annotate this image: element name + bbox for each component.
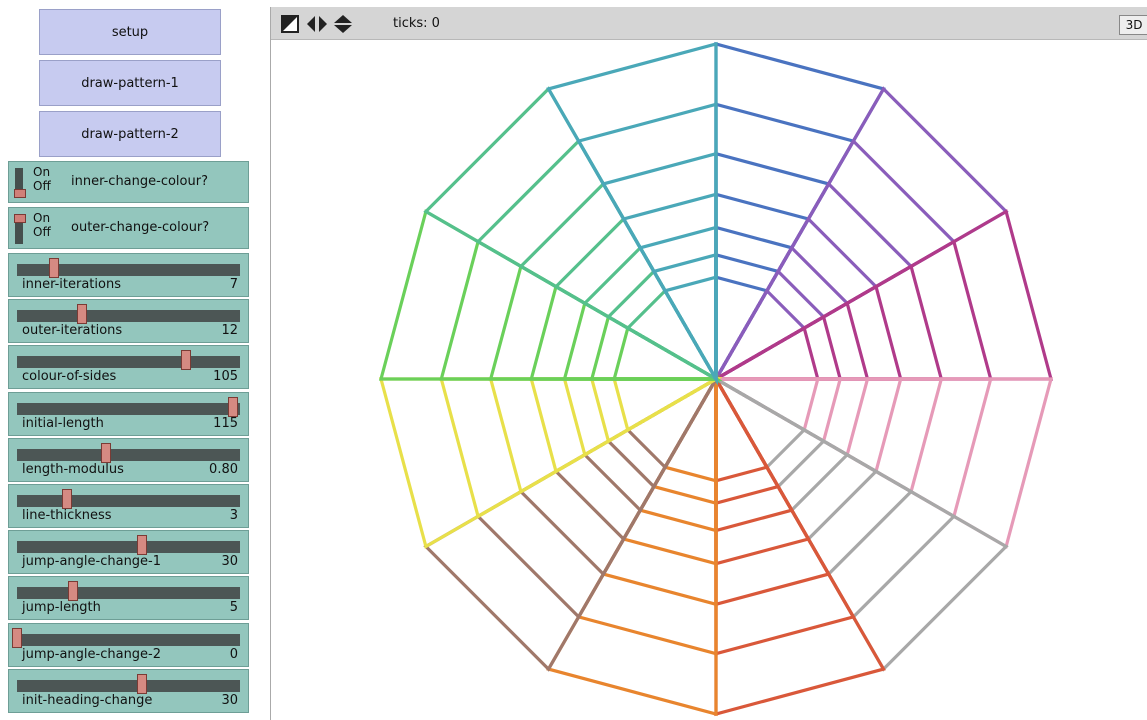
switch-off-label: Off — [33, 225, 51, 239]
init-heading-change-slider[interactable]: init-heading-change 30 — [8, 668, 249, 713]
slider-track[interactable] — [17, 541, 240, 554]
initial-length-slider[interactable]: initial-length 115 — [8, 391, 249, 436]
slider-thumb[interactable] — [180, 350, 191, 371]
switch-label: inner-change-colour? — [71, 174, 208, 189]
switch-knob[interactable] — [14, 214, 26, 223]
slider-label: jump-angle-change-1 — [22, 554, 162, 570]
inner-change-colour-switch[interactable]: On Off inner-change-colour? — [8, 161, 249, 203]
slider-value: 30 — [221, 554, 238, 570]
slider-thumb[interactable] — [137, 535, 148, 556]
slider-value: 115 — [213, 415, 238, 431]
slider-value: 0.80 — [209, 461, 238, 477]
slider-value: 7 — [229, 277, 238, 292]
line-thickness-slider[interactable]: line-thickness 3 — [8, 484, 249, 528]
world-view: ticks: 0 3D — [270, 7, 1147, 720]
pattern-triangle — [711, 138, 957, 384]
slider-label: initial-length — [22, 415, 104, 431]
slider-value: 12 — [221, 323, 238, 339]
pattern-triangle — [423, 86, 721, 384]
slider-thumb[interactable] — [68, 581, 79, 602]
slider-label: jump-length — [22, 600, 101, 616]
slider-value: 5 — [229, 600, 238, 616]
slider-label: colour-of-sides — [22, 369, 117, 385]
pattern-triangle — [711, 86, 1009, 384]
view-toolbar: ticks: 0 3D — [271, 7, 1147, 40]
outer-change-colour-switch[interactable]: On Off outer-change-colour? — [8, 207, 249, 249]
slider-track[interactable] — [17, 310, 240, 323]
pattern-triangle — [475, 374, 721, 620]
inner-iterations-slider[interactable]: inner-iterations 7 — [8, 253, 249, 297]
slider-value: 105 — [213, 369, 238, 385]
jump-angle-change-1-slider[interactable]: jump-angle-change-1 30 — [8, 530, 249, 575]
slider-label: init-heading-change — [22, 692, 153, 708]
slider-label: inner-iterations — [22, 277, 121, 292]
slider-track[interactable] — [17, 402, 240, 415]
slider-track[interactable] — [17, 448, 240, 461]
slider-track[interactable] — [17, 587, 240, 600]
slider-label: line-thickness — [22, 508, 112, 523]
slider-thumb[interactable] — [228, 396, 238, 417]
slider-thumb[interactable] — [61, 489, 72, 509]
switch-on-label: On — [33, 211, 51, 225]
jump-angle-change-2-slider[interactable]: jump-angle-change-2 0 — [8, 622, 249, 667]
jump-length-slider[interactable]: jump-length 5 — [8, 576, 249, 621]
slider-track[interactable] — [17, 356, 240, 369]
slider-thumb[interactable] — [48, 258, 59, 278]
outer-iterations-slider[interactable]: outer-iterations 12 — [8, 299, 249, 344]
pattern-triangle — [475, 138, 721, 384]
slider-label: length-modulus — [22, 461, 124, 477]
slider-label: outer-iterations — [22, 323, 123, 339]
colour-of-sides-slider[interactable]: colour-of-sides 105 — [8, 345, 249, 390]
slider-thumb[interactable] — [100, 442, 111, 463]
slider-thumb[interactable] — [137, 673, 148, 694]
slider-value: 30 — [221, 692, 238, 708]
setup-button[interactable]: setup — [39, 9, 221, 55]
slider-track[interactable] — [17, 679, 240, 692]
length-modulus-slider[interactable]: length-modulus 0.80 — [8, 437, 249, 482]
switch-on-label: On — [33, 165, 51, 179]
slider-track[interactable] — [17, 633, 240, 646]
slider-thumb[interactable] — [12, 627, 22, 648]
slider-value: 0 — [229, 646, 238, 662]
vertical-wrap-icon[interactable] — [333, 15, 353, 33]
slider-track[interactable] — [17, 495, 240, 507]
slider-value: 3 — [229, 508, 238, 523]
slider-label: jump-angle-change-2 — [22, 646, 162, 662]
slider-thumb[interactable] — [76, 304, 87, 325]
draw-pattern-2-button[interactable]: draw-pattern-2 — [39, 111, 221, 157]
3d-view-button[interactable]: 3D — [1119, 15, 1147, 35]
pattern-triangle — [711, 374, 957, 620]
switch-knob[interactable] — [14, 189, 26, 198]
pattern-triangle — [711, 374, 1009, 672]
switch-off-label: Off — [33, 179, 51, 193]
pattern-canvas — [378, 41, 1054, 717]
horizontal-wrap-icon[interactable] — [307, 15, 327, 33]
ticks-counter: ticks: 0 — [393, 16, 440, 31]
view-size-icon[interactable] — [281, 15, 299, 33]
switch-label: outer-change-colour? — [71, 220, 210, 235]
pattern-triangle — [423, 374, 721, 672]
draw-pattern-1-button[interactable]: draw-pattern-1 — [39, 60, 221, 106]
